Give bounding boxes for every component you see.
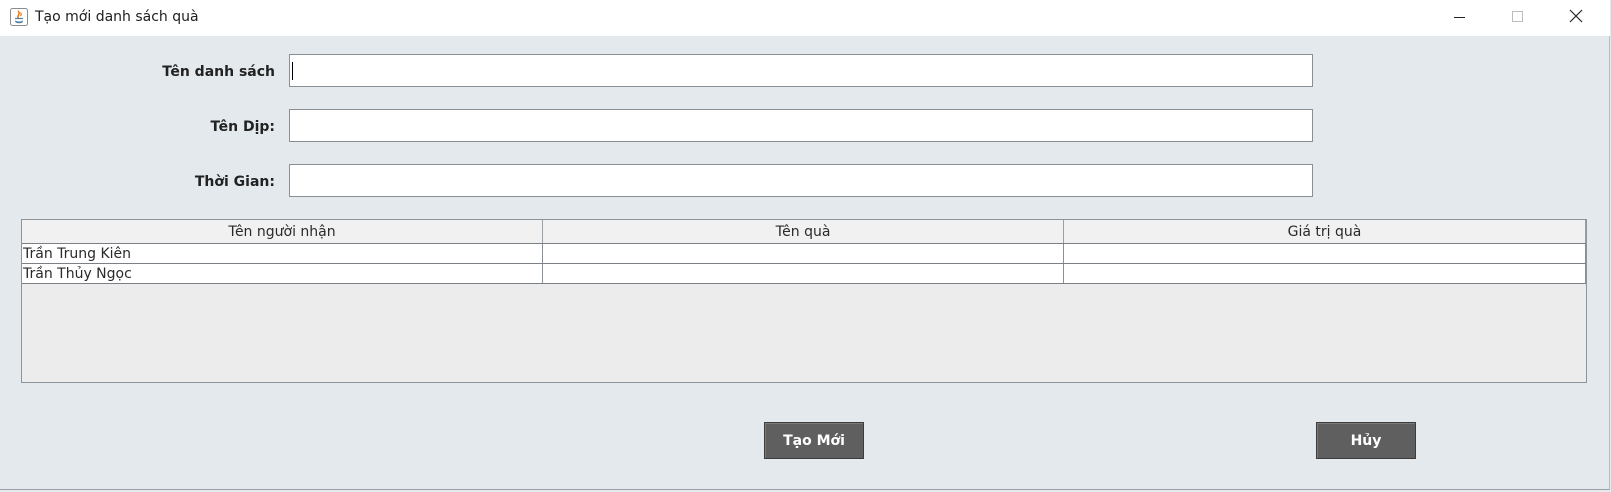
minimize-icon <box>1454 8 1466 27</box>
occasion-label: Tên Dịp: <box>210 119 275 135</box>
java-icon <box>10 8 28 26</box>
maximize-button[interactable] <box>1495 0 1541 34</box>
table-header: Tên người nhận Tên quà Giá trị quà <box>22 220 1586 244</box>
close-button[interactable] <box>1553 0 1599 34</box>
table-row[interactable]: Trần Trung Kiên <box>22 244 1586 264</box>
column-header-gift-value[interactable]: Giá trị quà <box>1064 220 1586 243</box>
table-cell-gift[interactable] <box>543 264 1064 283</box>
table-cell-gift-value[interactable] <box>1064 244 1586 263</box>
close-icon <box>1569 8 1583 27</box>
column-header-gift[interactable]: Tên quà <box>543 220 1064 243</box>
maximize-icon <box>1512 8 1524 27</box>
time-label: Thời Gian: <box>194 174 275 190</box>
table-row[interactable]: Trần Thủy Ngọc <box>22 264 1586 284</box>
minimize-button[interactable] <box>1437 0 1483 34</box>
create-gift-list-window: Tạo mới danh sách quà Tên danh sách Tên … <box>0 0 1610 490</box>
title-bar[interactable]: Tạo mới danh sách quà <box>0 0 1610 36</box>
cancel-button[interactable]: Hủy <box>1316 422 1416 459</box>
text-caret <box>292 62 293 80</box>
table-cell-recipient[interactable]: Trần Trung Kiên <box>22 244 543 263</box>
list-name-input[interactable] <box>289 54 1313 87</box>
gift-table[interactable]: Tên người nhận Tên quà Giá trị quà Trần … <box>21 219 1587 383</box>
time-input[interactable] <box>289 164 1313 197</box>
create-button[interactable]: Tạo Mới <box>764 422 864 459</box>
table-cell-gift[interactable] <box>543 244 1064 263</box>
table-cell-recipient[interactable]: Trần Thủy Ngọc <box>22 264 543 283</box>
occasion-input[interactable] <box>289 109 1313 142</box>
table-cell-gift-value[interactable] <box>1064 264 1586 283</box>
list-name-label: Tên danh sách <box>162 64 275 80</box>
column-header-recipient[interactable]: Tên người nhận <box>22 220 543 243</box>
window-title: Tạo mới danh sách quà <box>35 9 199 25</box>
